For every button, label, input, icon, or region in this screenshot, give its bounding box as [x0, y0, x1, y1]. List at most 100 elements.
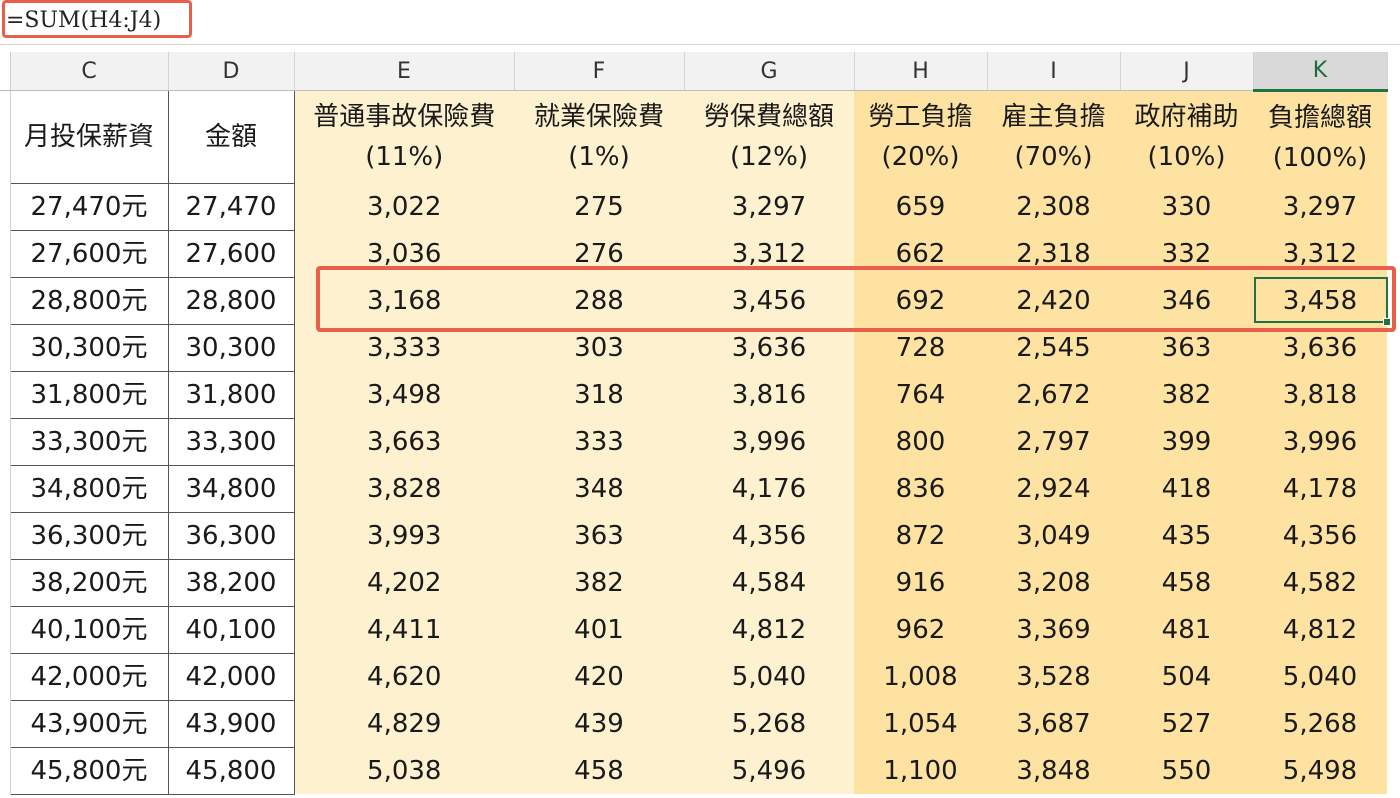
cell-k[interactable]: 4,178 [1253, 465, 1387, 512]
column-header-e[interactable]: E [294, 52, 515, 91]
cell-k-selected[interactable]: 3,458 [1253, 277, 1387, 324]
cell-e[interactable]: 3,022 [294, 183, 514, 230]
cell-k[interactable]: 5,268 [1253, 700, 1387, 747]
cell-j[interactable]: 346 [1120, 277, 1253, 324]
cell-h[interactable]: 962 [854, 606, 987, 653]
cell-k[interactable]: 4,582 [1253, 559, 1387, 606]
cell-e[interactable]: 3,663 [294, 418, 514, 465]
cell-i[interactable]: 3,687 [987, 700, 1120, 747]
cell-h[interactable]: 916 [854, 559, 987, 606]
cell-i[interactable]: 3,528 [987, 653, 1120, 700]
cell-i[interactable]: 2,308 [987, 183, 1120, 230]
formula-bar[interactable]: =SUM(H4:J4) [0, 0, 1400, 45]
cell-k[interactable]: 5,498 [1253, 747, 1387, 794]
cell-i[interactable]: 2,797 [987, 418, 1120, 465]
header-cell-c[interactable]: 月投保薪資 [10, 90, 169, 184]
cell-f[interactable]: 276 [514, 230, 684, 277]
cell-h[interactable]: 662 [854, 230, 987, 277]
cell-d[interactable]: 36,300 [168, 512, 295, 560]
cell-e[interactable]: 3,168 [294, 277, 514, 324]
cell-c[interactable]: 40,100元 [10, 606, 169, 654]
cell-e[interactable]: 4,829 [294, 700, 514, 747]
cell-k[interactable]: 3,312 [1253, 230, 1387, 277]
cell-h[interactable]: 728 [854, 324, 987, 371]
cell-f[interactable]: 275 [514, 183, 684, 230]
cell-c[interactable]: 33,300元 [10, 418, 169, 466]
cell-d[interactable]: 45,800 [168, 747, 295, 795]
cell-g[interactable]: 5,268 [684, 700, 854, 747]
cell-i[interactable]: 3,049 [987, 512, 1120, 559]
cell-k[interactable]: 4,356 [1253, 512, 1387, 559]
cell-f[interactable]: 439 [514, 700, 684, 747]
cell-d[interactable]: 33,300 [168, 418, 295, 466]
cell-d[interactable]: 38,200 [168, 559, 295, 607]
cell-f[interactable]: 288 [514, 277, 684, 324]
cell-h[interactable]: 836 [854, 465, 987, 512]
cell-g[interactable]: 3,456 [684, 277, 854, 324]
cell-i[interactable]: 2,924 [987, 465, 1120, 512]
cell-k[interactable]: 4,812 [1253, 606, 1387, 653]
header-cell-i[interactable]: 雇主負擔 (70%) [987, 90, 1120, 183]
header-cell-h[interactable]: 勞工負擔 (20%) [854, 90, 987, 183]
column-header-j[interactable]: J [1120, 52, 1254, 91]
cell-h[interactable]: 659 [854, 183, 987, 230]
cell-e[interactable]: 3,828 [294, 465, 514, 512]
cell-i[interactable]: 3,208 [987, 559, 1120, 606]
cell-e[interactable]: 3,498 [294, 371, 514, 418]
column-header-g[interactable]: G [684, 52, 855, 91]
cell-k[interactable]: 5,040 [1253, 653, 1387, 700]
cell-f[interactable]: 318 [514, 371, 684, 418]
cell-g[interactable]: 4,812 [684, 606, 854, 653]
cell-g[interactable]: 4,356 [684, 512, 854, 559]
cell-h[interactable]: 1,008 [854, 653, 987, 700]
cell-i[interactable]: 2,672 [987, 371, 1120, 418]
cell-f[interactable]: 420 [514, 653, 684, 700]
cell-i[interactable]: 3,369 [987, 606, 1120, 653]
cell-h[interactable]: 872 [854, 512, 987, 559]
cell-c[interactable]: 30,300元 [10, 324, 169, 372]
cell-j[interactable]: 435 [1120, 512, 1253, 559]
header-cell-d[interactable]: 金額 [168, 90, 295, 184]
column-header-c[interactable]: C [10, 52, 169, 91]
header-cell-g[interactable]: 勞保費總額 (12%) [684, 90, 854, 183]
cell-j[interactable]: 399 [1120, 418, 1253, 465]
cell-c[interactable]: 36,300元 [10, 512, 169, 560]
cell-g[interactable]: 3,816 [684, 371, 854, 418]
cell-e[interactable]: 3,333 [294, 324, 514, 371]
cell-e[interactable]: 4,411 [294, 606, 514, 653]
cell-d[interactable]: 43,900 [168, 700, 295, 748]
cell-e[interactable]: 4,620 [294, 653, 514, 700]
cell-g[interactable]: 3,636 [684, 324, 854, 371]
cell-f[interactable]: 303 [514, 324, 684, 371]
cell-j[interactable]: 382 [1120, 371, 1253, 418]
cell-j[interactable]: 418 [1120, 465, 1253, 512]
cell-d[interactable]: 27,470 [168, 183, 295, 231]
cell-j[interactable]: 504 [1120, 653, 1253, 700]
cell-j[interactable]: 330 [1120, 183, 1253, 230]
column-header-i[interactable]: I [987, 52, 1121, 91]
cell-c[interactable]: 45,800元 [10, 747, 169, 795]
cell-i[interactable]: 2,545 [987, 324, 1120, 371]
cell-d[interactable]: 27,600 [168, 230, 295, 278]
cell-g[interactable]: 4,584 [684, 559, 854, 606]
fill-handle[interactable] [1383, 318, 1391, 326]
cell-j[interactable]: 550 [1120, 747, 1253, 794]
cell-c[interactable]: 34,800元 [10, 465, 169, 513]
cell-i[interactable]: 3,848 [987, 747, 1120, 794]
cell-c[interactable]: 31,800元 [10, 371, 169, 419]
cell-f[interactable]: 363 [514, 512, 684, 559]
cell-e[interactable]: 3,036 [294, 230, 514, 277]
cell-h[interactable]: 1,054 [854, 700, 987, 747]
cell-c[interactable]: 42,000元 [10, 653, 169, 701]
cell-h[interactable]: 692 [854, 277, 987, 324]
cell-d[interactable]: 40,100 [168, 606, 295, 654]
cell-g[interactable]: 3,297 [684, 183, 854, 230]
cell-k[interactable]: 3,297 [1253, 183, 1387, 230]
cell-e[interactable]: 3,993 [294, 512, 514, 559]
cell-e[interactable]: 4,202 [294, 559, 514, 606]
cell-g[interactable]: 3,312 [684, 230, 854, 277]
cell-h[interactable]: 800 [854, 418, 987, 465]
cell-g[interactable]: 5,496 [684, 747, 854, 794]
header-cell-f[interactable]: 就業保險費 (1%) [514, 90, 684, 183]
cell-h[interactable]: 1,100 [854, 747, 987, 794]
